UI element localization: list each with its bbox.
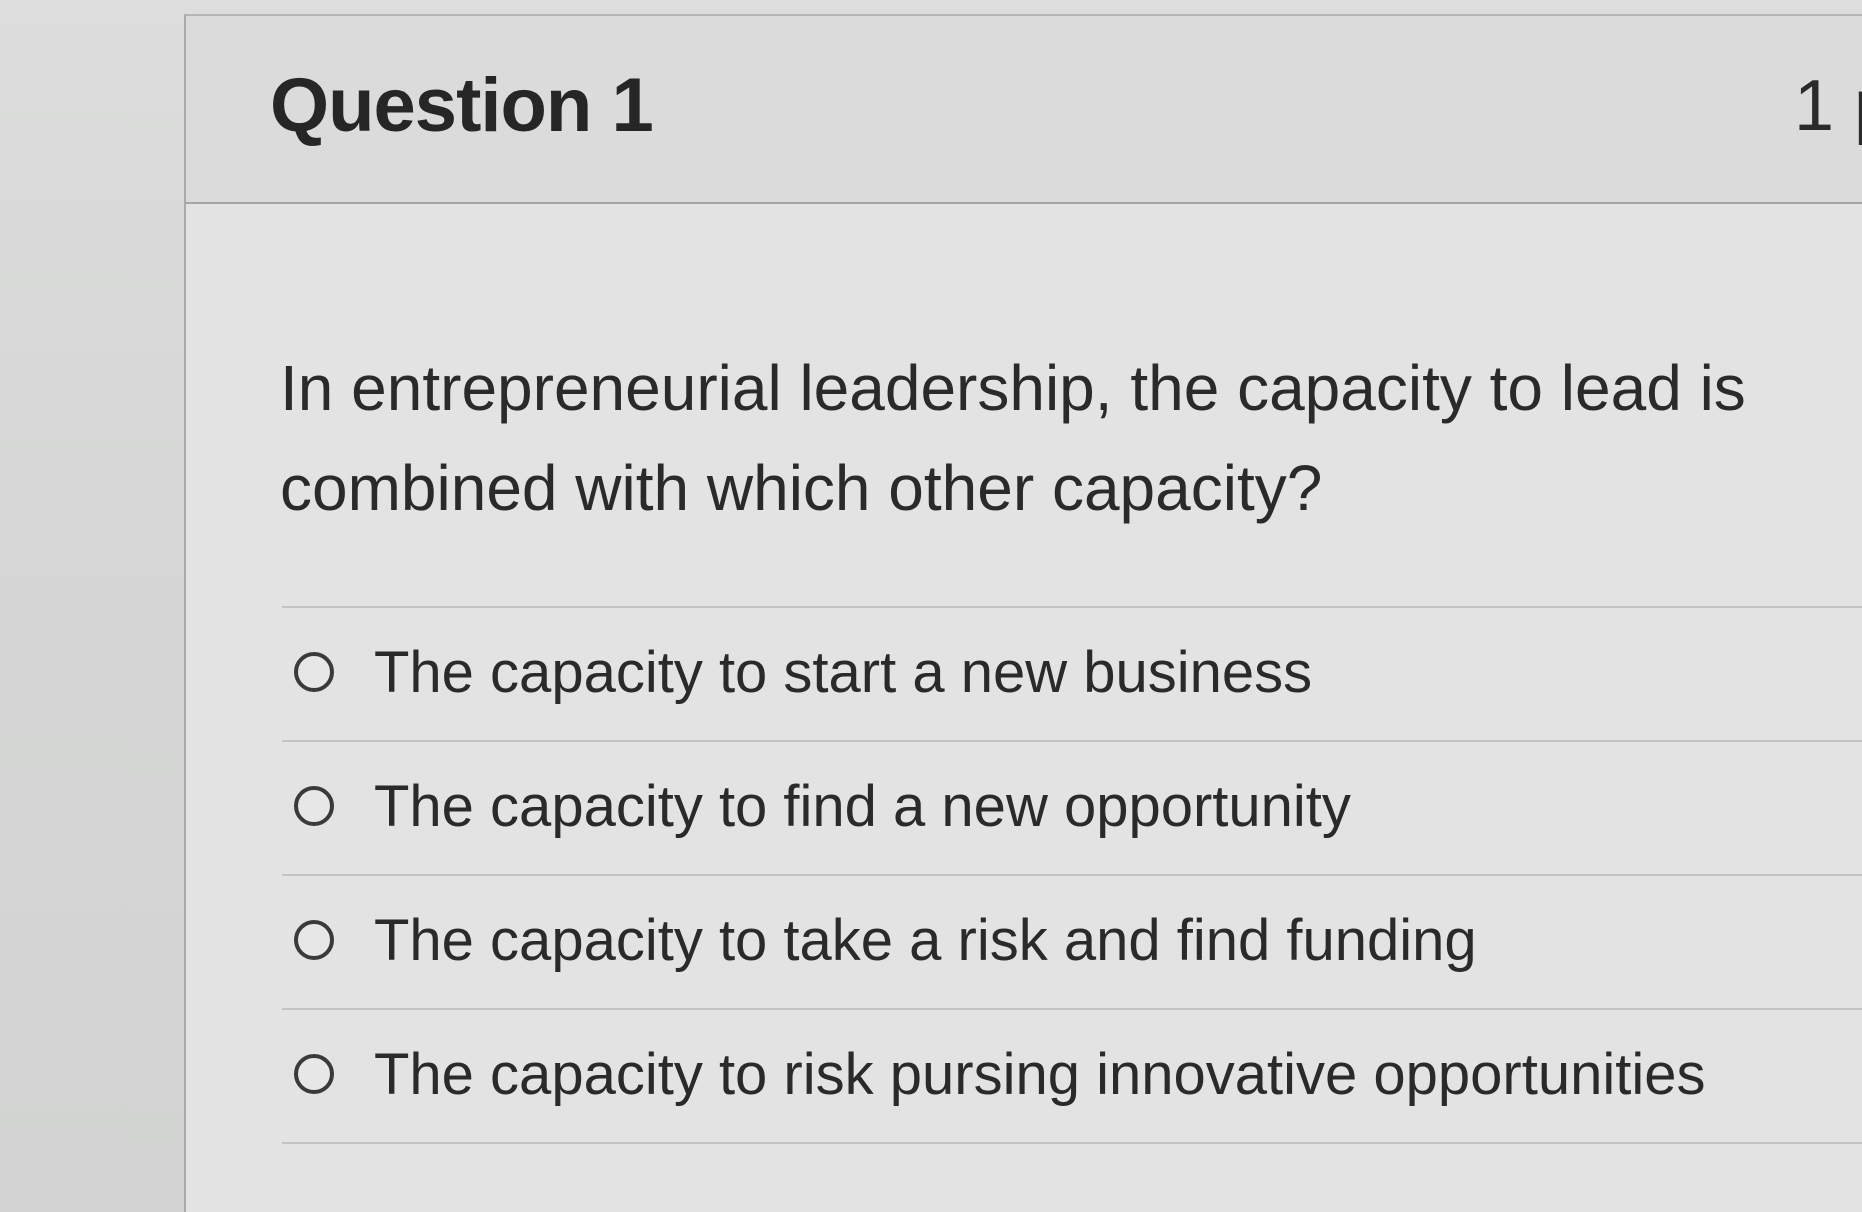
question-points: 1 p [1794, 66, 1862, 146]
question-card: Question 1 1 p In entrepreneurial leader… [184, 14, 1862, 1212]
answer-option[interactable]: The capacity to risk pursing innovative … [282, 1010, 1862, 1144]
answer-option-label[interactable]: The capacity to find a new opportunity [374, 773, 1351, 840]
radio-button-icon[interactable] [294, 920, 334, 960]
answer-option[interactable]: The capacity to take a risk and find fun… [282, 876, 1862, 1010]
radio-button-icon[interactable] [294, 652, 334, 692]
answer-option[interactable]: The capacity to find a new opportunity [282, 742, 1862, 876]
question-title: Question 1 [270, 63, 654, 148]
answer-option[interactable]: The capacity to start a new business [282, 608, 1862, 742]
radio-button-icon[interactable] [294, 786, 334, 826]
radio-button-icon[interactable] [294, 1054, 334, 1094]
answer-option-label[interactable]: The capacity to risk pursing innovative … [374, 1041, 1705, 1108]
question-text: In entrepreneurial leadership, the capac… [280, 352, 1746, 524]
answer-option-label[interactable]: The capacity to start a new business [374, 639, 1312, 706]
answer-option-label[interactable]: The capacity to take a risk and find fun… [374, 907, 1477, 974]
question-header: Question 1 1 p [186, 16, 1862, 204]
screen: Question 1 1 p In entrepreneurial leader… [0, 0, 1862, 1212]
answer-options: The capacity to start a new business The… [282, 606, 1862, 1144]
